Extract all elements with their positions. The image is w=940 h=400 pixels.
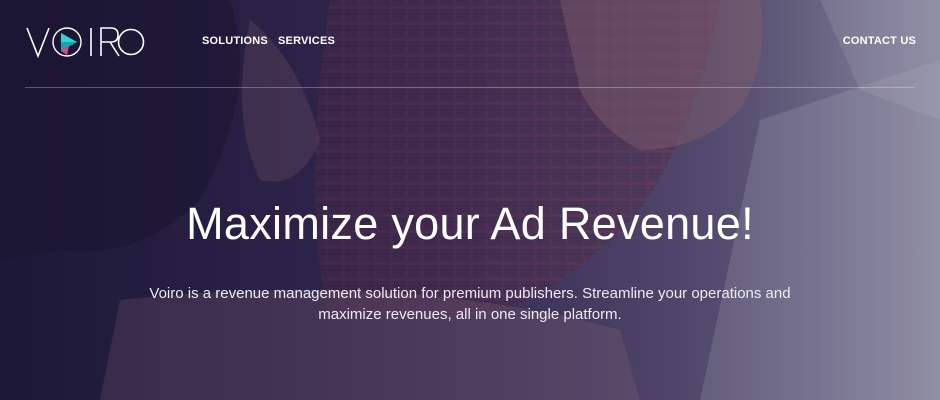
top-navbar: SOLUTIONS SERVICES CONTACT US bbox=[0, 0, 940, 88]
nav-divider bbox=[25, 87, 915, 88]
voiro-logo[interactable] bbox=[25, 24, 145, 60]
hero-headline: Maximize your Ad Revenue! bbox=[186, 198, 754, 249]
hero-section: SOLUTIONS SERVICES CONTACT US Maximize y… bbox=[0, 0, 940, 400]
nav-contact-us-link[interactable]: CONTACT US bbox=[843, 35, 916, 47]
nav-services-link[interactable]: SERVICES bbox=[278, 35, 335, 47]
voiro-logo-mark bbox=[26, 27, 145, 59]
hero-subtext: Voiro is a revenue management solution f… bbox=[149, 285, 791, 323]
nav-solutions-link[interactable]: SOLUTIONS bbox=[202, 35, 268, 47]
